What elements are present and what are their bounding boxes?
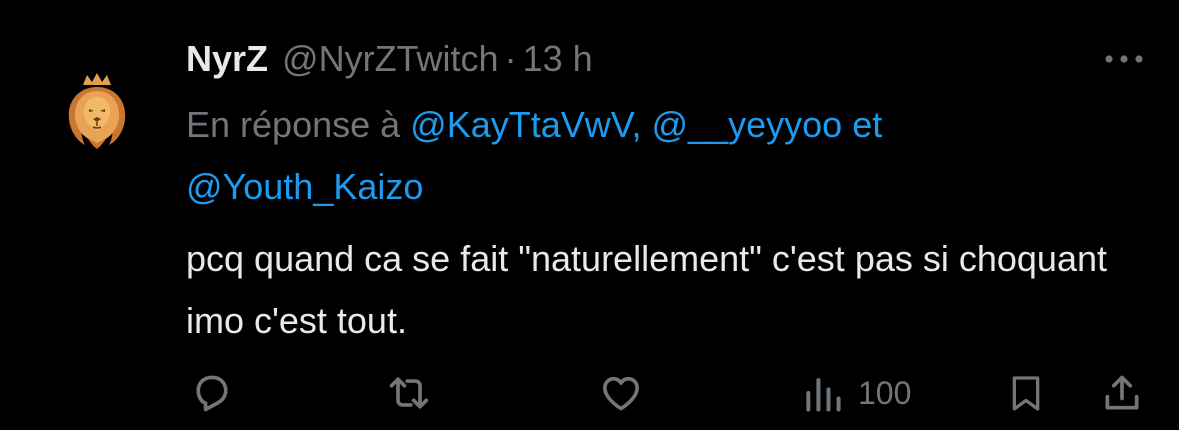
- retweet-button[interactable]: [386, 368, 432, 418]
- user-handle[interactable]: @NyrZTwitch: [282, 38, 499, 80]
- bookmark-icon: [1012, 376, 1040, 411]
- reply-prefix: En réponse à: [186, 104, 401, 145]
- mention-link[interactable]: @Youth_Kaizo: [186, 166, 423, 207]
- reply-context: En réponse à @KayTtaVwV, @__yeyyoo et @Y…: [186, 94, 1086, 218]
- views-bar-chart-icon: [806, 378, 841, 412]
- tweet-header: NyrZ @NyrZTwitch · 13 h: [186, 34, 593, 84]
- mention-conjunction: et: [852, 104, 883, 145]
- share-icon: [1105, 375, 1139, 410]
- more-horizontal-icon: [1105, 55, 1143, 63]
- mention-link[interactable]: @KayTtaVwV: [410, 104, 631, 145]
- mention-separator: ,: [631, 104, 642, 145]
- reply-icon: [196, 375, 228, 412]
- timestamp[interactable]: 13 h: [523, 38, 593, 80]
- avatar[interactable]: [44, 58, 150, 164]
- views-count: 100: [858, 374, 912, 411]
- like-button[interactable]: [598, 368, 644, 418]
- more-options-button[interactable]: [1102, 44, 1146, 74]
- bookmark-button[interactable]: [1006, 368, 1046, 418]
- tweet[interactable]: NyrZ @NyrZTwitch · 13 h En réponse à @Ka…: [0, 0, 1179, 430]
- mention-link[interactable]: @__yeyyoo: [652, 104, 843, 145]
- views-button[interactable]: 100: [800, 368, 911, 418]
- display-name[interactable]: NyrZ: [186, 38, 268, 80]
- lion-avatar-icon: [68, 73, 126, 149]
- share-button[interactable]: [1100, 368, 1144, 418]
- heart-icon: [603, 376, 639, 411]
- separator-dot: ·: [504, 38, 517, 79]
- tweet-text: pcq quand ca se fait "naturellement" c'e…: [186, 238, 1107, 341]
- retweet-icon: [389, 377, 429, 409]
- reply-button[interactable]: [190, 368, 234, 418]
